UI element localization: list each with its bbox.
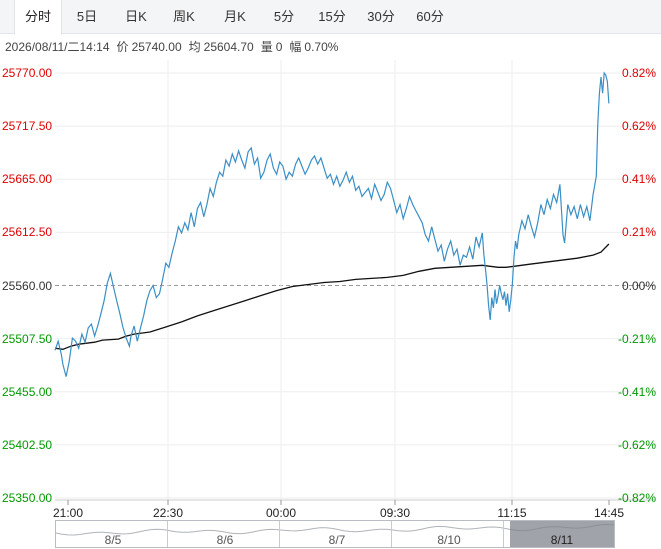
navigator-date-label: 8/6 xyxy=(216,533,234,547)
navigator-date-label-selected: 8/11 xyxy=(550,533,574,547)
y-axis-price-label: 25507.50 xyxy=(2,331,53,346)
tab-15min[interactable]: 15分 xyxy=(312,0,352,34)
volume-label: 量 xyxy=(260,40,273,54)
x-axis-time-label: 09:30 xyxy=(379,506,411,520)
y-axis-percent-label: 0.21% xyxy=(621,225,656,240)
x-axis-time-label: 00:00 xyxy=(265,506,297,520)
quote-info-bar: 2026/08/11/二14:14 价 25740.00 均 25604.70 量 0 幅 0.… xyxy=(5,38,345,56)
avg-label: 均 xyxy=(188,40,201,54)
y-axis-price-label: 25770.00 xyxy=(2,66,53,80)
y-axis-percent-label: 0.82% xyxy=(621,66,656,80)
y-axis-price-label: 25612.50 xyxy=(2,225,53,240)
y-axis-price-label: 25560.00 xyxy=(2,278,53,293)
tab-monthly-k[interactable]: 月K xyxy=(214,0,256,34)
x-axis-time-label: 11:15 xyxy=(497,506,527,520)
intraday-chart-svg xyxy=(54,60,656,505)
y-axis-percent-label: 0.00% xyxy=(621,278,656,293)
y-axis-percent-label: -0.41% xyxy=(617,384,656,399)
tab-weekly-k[interactable]: 周K xyxy=(164,0,204,34)
x-axis-time-label: 14:45 xyxy=(593,506,625,520)
y-axis-price-label: 25402.50 xyxy=(2,437,53,452)
price-line xyxy=(54,71,610,377)
y-axis-price-label: 25717.50 xyxy=(2,119,53,134)
tab-5min[interactable]: 5分 xyxy=(266,0,302,34)
tab-60min[interactable]: 60分 xyxy=(410,0,450,34)
date-range-navigator[interactable]: 8/5 8/6 8/7 8/10 8/11 xyxy=(55,520,615,548)
avg-value: 25604.70 xyxy=(203,40,254,54)
y-axis-percent-label: -0.62% xyxy=(617,437,656,452)
price-label: 价 xyxy=(116,40,129,54)
period-tab-bar: 分时 5日 日K 周K 月K 5分 15分 30分 60分 xyxy=(0,0,661,35)
x-axis-time-label: 22:30 xyxy=(152,506,184,520)
y-axis-price-label: 25455.00 xyxy=(2,384,53,399)
tab-daily-k[interactable]: 日K xyxy=(116,0,156,34)
tab-30min[interactable]: 30分 xyxy=(361,0,401,34)
y-axis-percent-label: -0.21% xyxy=(617,331,656,346)
y-axis-percent-label: 0.41% xyxy=(621,172,656,187)
intraday-chart[interactable]: 25770.00 0.82% 25717.50 0.62% 25665.00 0.41% 2… xyxy=(0,60,661,549)
navigator-date-label: 8/7 xyxy=(328,533,346,547)
y-axis-price-label: 25350.00 xyxy=(2,491,53,505)
y-axis-percent-label: 0.62% xyxy=(621,119,656,134)
change-value: 0.70% xyxy=(304,40,339,54)
change-label: 幅 xyxy=(289,40,302,54)
average-price-line xyxy=(54,243,610,350)
quote-datetime: 2026/08/11/二14:14 xyxy=(5,40,110,54)
tab-intraday[interactable]: 分时 xyxy=(14,0,62,35)
volume-value: 0 xyxy=(275,40,283,54)
price-value: 25740.00 xyxy=(131,40,182,54)
tab-5day[interactable]: 5日 xyxy=(68,0,106,34)
navigator-date-label: 8/5 xyxy=(104,533,122,547)
y-axis-price-label: 25665.00 xyxy=(2,172,53,187)
y-axis-percent-label: -0.82% xyxy=(617,491,656,505)
navigator-date-label: 8/10 xyxy=(437,533,461,547)
x-axis-time-label: 21:00 xyxy=(52,506,84,520)
